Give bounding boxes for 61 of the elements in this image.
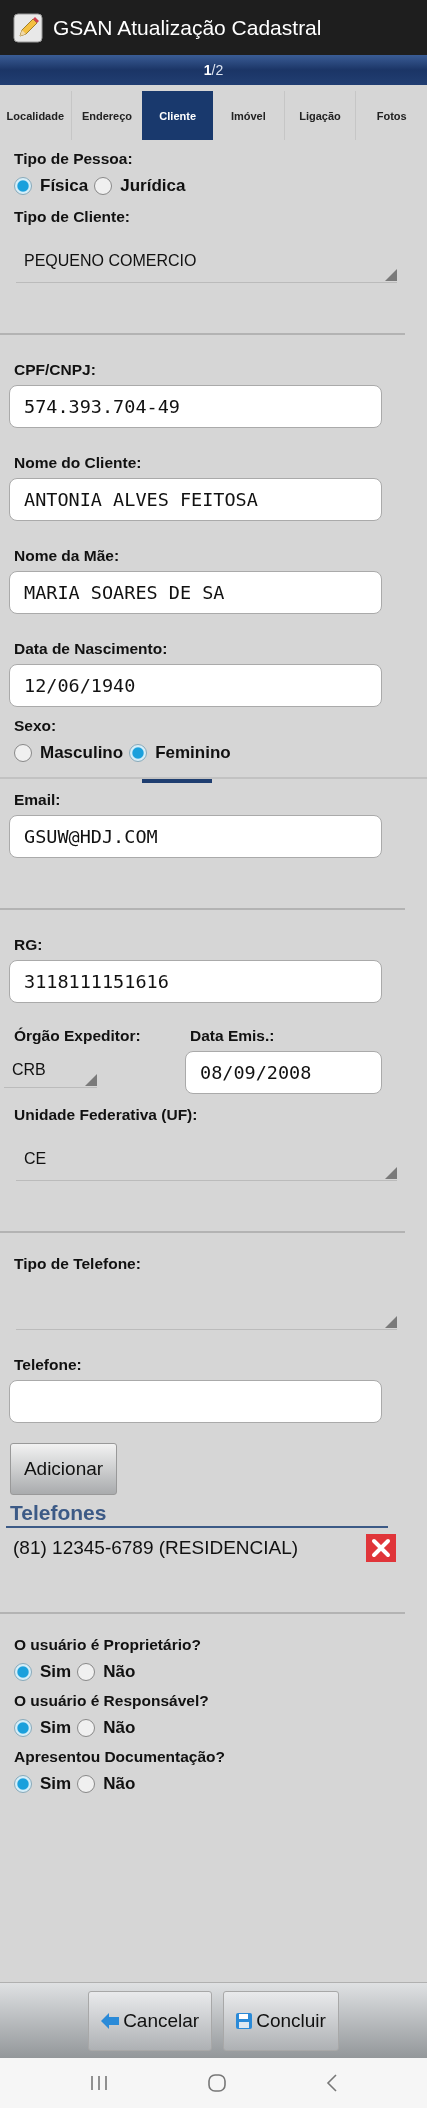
input-field[interactable]: 12/06/1940 (9, 664, 382, 707)
field-label: Email: (14, 791, 62, 809)
field-label: Tipo de Telefone: (14, 1255, 142, 1273)
tab[interactable]: Cliente (142, 91, 213, 140)
tab[interactable]: Ligação (283, 91, 356, 140)
input-field[interactable]: 574.393.704-49 (9, 385, 382, 428)
radio-option[interactable]: Sim (14, 1718, 72, 1738)
recent-apps-icon[interactable] (89, 2075, 108, 2091)
field-label: Data Emis.: (190, 1027, 276, 1045)
dropdown-corner-icon (385, 1167, 397, 1179)
scroll-indicator (142, 779, 212, 783)
radio-option[interactable]: Sim (14, 1662, 72, 1682)
field-label: Telefone: (14, 1356, 83, 1374)
dropdown-corner-icon (385, 269, 397, 281)
field-label: Nome da Mãe: (14, 547, 121, 565)
input-field[interactable]: MARIA SOARES DE SA (9, 571, 382, 614)
field-label: Data de Nascimento: (14, 640, 169, 658)
dropdown[interactable]: CRB (4, 1053, 97, 1088)
field-label: O usuário é Responsável? (14, 1692, 210, 1710)
section-heading: Telefones (6, 1501, 388, 1528)
delete-icon[interactable] (366, 1534, 396, 1562)
input-field[interactable]: 3118111151616 (9, 960, 382, 1003)
dropdown-corner-icon (385, 1316, 397, 1328)
dropdown[interactable]: CE (16, 1138, 397, 1181)
tab[interactable]: Fotos (355, 91, 427, 140)
input-field[interactable]: GSUW@HDJ.COM (9, 815, 382, 858)
left-arrow-icon (101, 2012, 120, 2029)
tab[interactable]: Localidade (0, 91, 71, 140)
field-label: Órgão Expeditor: (14, 1027, 142, 1045)
radio-option[interactable]: Jurídica (94, 176, 186, 196)
radio-option[interactable]: Sim (14, 1774, 72, 1794)
radio-option[interactable]: Física (14, 176, 89, 196)
window-title: GSAN Atualização Cadastral (53, 15, 322, 40)
radio-option[interactable]: Feminino (129, 743, 231, 763)
radio-option[interactable]: Não (77, 1774, 136, 1794)
field-label: Unidade Federativa (UF): (14, 1106, 199, 1124)
field-label: RG: (14, 936, 44, 954)
pencil-icon (13, 12, 43, 43)
save-button[interactable]: Concluir (223, 1990, 339, 2051)
tab[interactable]: Imóvel (213, 91, 284, 140)
page-counter: 1/2 (203, 62, 224, 78)
input-field[interactable] (9, 1380, 382, 1423)
input-field[interactable]: ANTONIA ALVES FEITOSA (9, 478, 382, 521)
field-label: Tipo de Cliente: (14, 208, 131, 226)
field-label: Sexo: (14, 717, 58, 735)
home-icon[interactable] (207, 2074, 226, 2092)
cancel-button[interactable]: Cancelar (88, 1990, 213, 2051)
back-icon[interactable] (325, 2074, 338, 2092)
dropdown-corner-icon (85, 1074, 97, 1086)
add-button[interactable]: Adicionar (10, 1443, 117, 1495)
dropdown[interactable]: PEQUENO COMERCIO (16, 240, 397, 283)
phone-entry: (81) 12345-6789 (RESIDENCIAL) (13, 1537, 299, 1559)
input-field[interactable]: 08/09/2008 (185, 1051, 382, 1094)
field-label: Apresentou Documentação? (14, 1748, 226, 1766)
field-label: Tipo de Pessoa: (14, 150, 134, 168)
field-label: CPF/CNPJ: (14, 361, 97, 379)
field-label: O usuário é Proprietário? (14, 1636, 202, 1654)
radio-option[interactable]: Masculino (14, 743, 124, 763)
radio-option[interactable]: Não (77, 1718, 136, 1738)
radio-option[interactable]: Não (77, 1662, 136, 1682)
field-label: Nome do Cliente: (14, 454, 143, 472)
